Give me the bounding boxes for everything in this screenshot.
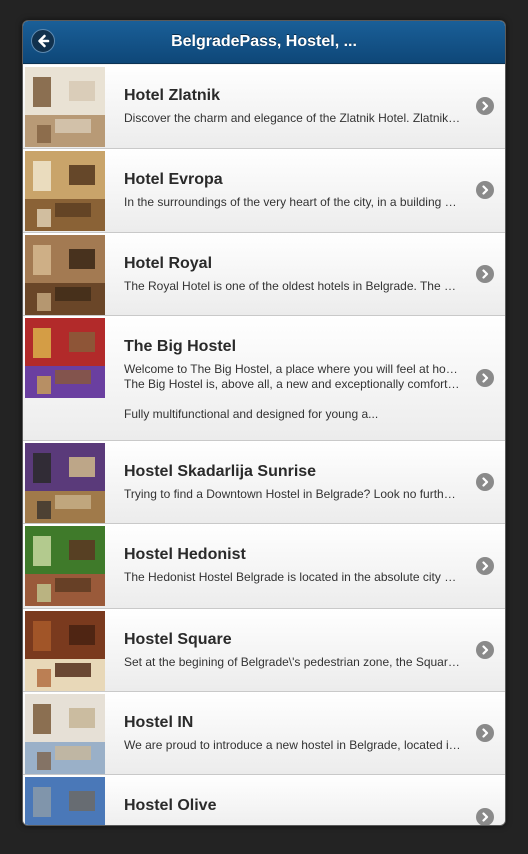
hotel-name: Hotel Evropa (124, 171, 223, 188)
description-line: The Big Hostel is, above all, a new and … (124, 377, 461, 391)
chevron-right-icon[interactable] (476, 369, 494, 387)
list-item[interactable]: Hotel Zlatnik Discover the charm and eleg… (23, 65, 505, 149)
hotel-list: Hotel Zlatnik Discover the charm and eleg… (23, 65, 505, 825)
chevron-right-icon[interactable] (476, 265, 494, 283)
header-bar: BelgradePass, Hostel, ... (23, 21, 505, 64)
hotel-name: The Big Hostel (124, 338, 237, 355)
page-title: BelgradePass, Hostel, ... (171, 33, 357, 50)
hotel-description: The Royal Hotel is one of the oldest hot… (124, 279, 461, 293)
hotel-thumbnail (25, 526, 105, 606)
list-item[interactable]: Hostel Hedonist The Hedonist Hostel Belgr… (23, 524, 505, 609)
hotel-description: Set at the begining of Belgrade\'s pedes… (124, 655, 461, 669)
list-item[interactable]: Hotel Evropa In the surroundings of the v… (23, 149, 505, 233)
hotel-thumbnail (25, 443, 105, 523)
chevron-right-icon[interactable] (476, 97, 494, 115)
hotel-name: Hostel IN (124, 714, 194, 731)
back-arrow-icon (38, 34, 50, 48)
list-item[interactable]: Hostel IN We are proud to introduce a new… (23, 692, 505, 775)
hotel-description: Discover the charm and elegance of the Z… (124, 111, 461, 125)
hotel-description: We are proud to introduce a new hostel i… (124, 738, 461, 752)
hotel-thumbnail (25, 694, 105, 774)
hotel-name: Hostel Square (124, 631, 232, 648)
hotel-thumbnail (25, 318, 105, 398)
list-item[interactable]: The Big Hostel Welcome to The Big Hostel,… (23, 316, 505, 441)
list-item[interactable]: Hostel Square Set at the begining of Belg… (23, 609, 505, 692)
hotel-description: In the surroundings of the very heart of… (124, 195, 461, 209)
chevron-right-icon[interactable] (476, 641, 494, 659)
hotel-name: Hotel Royal (124, 255, 213, 272)
hotel-name: Hostel Hedonist (124, 546, 246, 563)
list-item[interactable]: Hostel Olive (23, 775, 505, 825)
chevron-right-icon[interactable] (476, 181, 494, 199)
hotel-thumbnail (25, 235, 105, 315)
hotel-thumbnail (25, 67, 105, 147)
description-line: Welcome to The Big Hostel, a place where… (124, 362, 461, 376)
back-button[interactable] (31, 29, 55, 53)
hotel-name: Hostel Skadarlija Sunrise (124, 463, 317, 480)
hotel-description: The Hedonist Hostel Belgrade is located … (124, 570, 461, 584)
list-item[interactable]: Hostel Skadarlija Sunrise Trying to find … (23, 441, 505, 524)
chevron-right-icon[interactable] (476, 557, 494, 575)
hotel-thumbnail (25, 151, 105, 231)
hotel-description: Trying to find a Downtown Hostel in Belg… (124, 487, 461, 501)
hotel-thumbnail (25, 611, 105, 691)
chevron-right-icon[interactable] (476, 808, 494, 825)
hotel-thumbnail (25, 777, 105, 825)
hotel-name: Hotel Zlatnik (124, 87, 221, 104)
hotel-description: Welcome to The Big Hostel, a place where… (124, 362, 461, 422)
hotel-name: Hostel Olive (124, 797, 217, 814)
chevron-right-icon[interactable] (476, 473, 494, 491)
chevron-right-icon[interactable] (476, 724, 494, 742)
description-line: Fully multifunctional and designed for y… (124, 407, 379, 421)
list-item[interactable]: Hotel Royal The Royal Hotel is one of the… (23, 233, 505, 316)
description-gap (124, 392, 461, 407)
app-frame: BelgradePass, Hostel, ... Hotel Zlatnik D… (22, 20, 506, 826)
